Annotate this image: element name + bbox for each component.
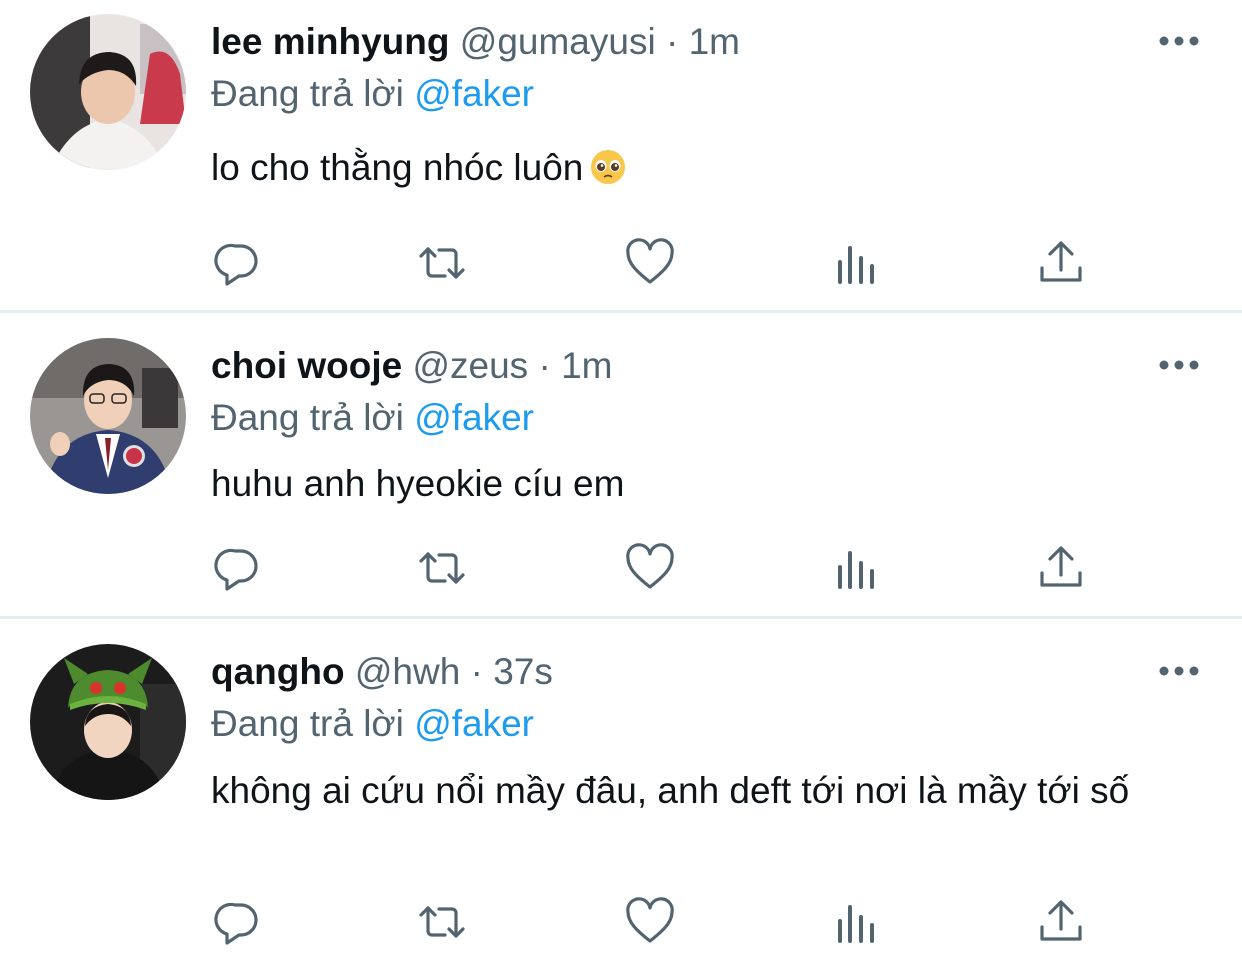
pleading-face-emoji — [591, 150, 626, 184]
more-options-icon[interactable] — [1158, 358, 1200, 372]
separator-dot: · — [665, 21, 679, 62]
share-icon[interactable] — [1036, 897, 1086, 947]
reply-mention-link[interactable]: @faker — [414, 73, 534, 114]
replying-to-label: Đang trả lời — [211, 73, 404, 114]
tweet-3[interactable]: qangho @hwh · 37s Đang trả lời @faker kh… — [0, 619, 1242, 956]
replying-to: Đang trả lời @faker — [211, 396, 534, 440]
reply-icon[interactable] — [213, 238, 263, 288]
separator-dot: · — [538, 345, 551, 386]
user-handle[interactable]: @hwh — [355, 651, 460, 692]
avatar[interactable] — [30, 14, 186, 170]
replying-to: Đang trả lời @faker — [211, 72, 534, 116]
user-handle[interactable]: @zeus — [412, 345, 528, 386]
tweet-1[interactable]: lee minhyung @gumayusi · 1m Đang trả lời… — [0, 0, 1242, 310]
avatar[interactable] — [30, 338, 186, 494]
reply-mention-link[interactable]: @faker — [414, 397, 534, 438]
avatar[interactable] — [30, 644, 186, 800]
action-bar — [0, 543, 1242, 593]
tweet-2[interactable]: choi wooje @zeus · 1m Đang trả lời @fake… — [0, 313, 1242, 616]
like-icon[interactable] — [625, 897, 675, 947]
analytics-icon[interactable] — [831, 543, 881, 593]
analytics-icon[interactable] — [831, 238, 881, 288]
replying-to-label: Đang trả lời — [211, 397, 404, 438]
tweet-text: huhu anh hyeokie cíu em — [211, 460, 1201, 508]
tweet-text-content: không ai cứu nổi mầy đâu, anh deft tới n… — [211, 770, 1130, 811]
timestamp[interactable]: 37s — [493, 651, 553, 692]
tweet-text: không ai cứu nổi mầy đâu, anh deft tới n… — [211, 767, 1186, 815]
more-options-icon[interactable] — [1158, 34, 1200, 48]
analytics-icon[interactable] — [831, 897, 881, 947]
reply-icon[interactable] — [213, 897, 263, 947]
display-name[interactable]: qangho — [211, 651, 345, 692]
like-icon[interactable] — [625, 238, 675, 288]
separator-dot: · — [470, 651, 483, 692]
share-icon[interactable] — [1036, 238, 1086, 288]
action-bar — [0, 897, 1242, 947]
tweet-text: lo cho thằng nhóc luôn — [211, 144, 1201, 192]
display-name[interactable]: choi wooje — [211, 345, 402, 386]
replying-to-label: Đang trả lời — [211, 703, 404, 744]
replying-to: Đang trả lời @faker — [211, 702, 534, 746]
retweet-icon[interactable] — [417, 897, 467, 947]
tweet-text-content: huhu anh hyeokie cíu em — [211, 463, 625, 504]
user-handle[interactable]: @gumayusi — [460, 21, 656, 62]
retweet-icon[interactable] — [417, 238, 467, 288]
timestamp[interactable]: 1m — [689, 21, 740, 62]
more-options-icon[interactable] — [1158, 664, 1200, 678]
like-icon[interactable] — [625, 543, 675, 593]
tweet-text-content: lo cho thằng nhóc luôn — [211, 147, 584, 188]
action-bar — [0, 238, 1242, 288]
share-icon[interactable] — [1036, 543, 1086, 593]
retweet-icon[interactable] — [417, 543, 467, 593]
timestamp[interactable]: 1m — [561, 345, 612, 386]
reply-mention-link[interactable]: @faker — [414, 703, 534, 744]
reply-icon[interactable] — [213, 543, 263, 593]
display-name[interactable]: lee minhyung — [211, 21, 449, 62]
